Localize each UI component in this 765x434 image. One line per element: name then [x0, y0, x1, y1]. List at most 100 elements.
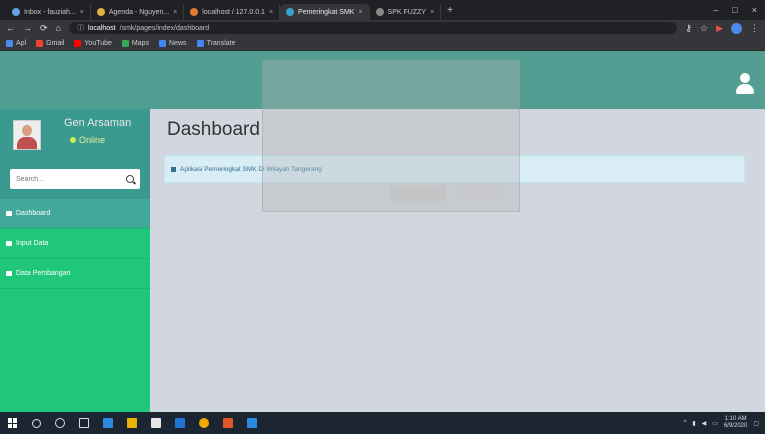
gmail-icon [36, 39, 44, 47]
table-icon [6, 271, 12, 276]
clock-date: 6/9/2020 [723, 423, 748, 429]
edge-icon[interactable] [103, 418, 113, 428]
file-explorer-icon[interactable] [127, 418, 137, 428]
star-icon[interactable]: ☆ [700, 23, 708, 34]
bookmark-item[interactable]: Apl [6, 39, 27, 47]
tab-favicon-icon [12, 8, 20, 16]
chevron-up-icon[interactable]: ^ [684, 420, 687, 426]
user-name: Gen Arsaman [64, 117, 132, 129]
keyboard-icon[interactable]: ▭ [712, 420, 718, 427]
tab-label: localhost / 127.0.0.1 [202, 8, 265, 16]
volume-icon[interactable]: ◀ [702, 420, 707, 427]
browser-tab[interactable]: Agenda - Nguyen... × [91, 4, 185, 20]
minimize-icon[interactable]: – [713, 5, 718, 15]
browser-tab-active[interactable]: Pemeringkat SMK × [280, 4, 370, 20]
key-icon[interactable]: ⚷ [685, 23, 692, 34]
notifications-icon[interactable]: ▢ [753, 420, 759, 427]
translate-icon [196, 39, 204, 47]
browser-tab[interactable]: SPK FUZZY × [370, 4, 442, 20]
tab-favicon-icon [375, 8, 384, 16]
info-square-icon [171, 166, 176, 172]
user-panel: Gen Arsaman Online [0, 109, 150, 159]
reload-icon[interactable]: ⟳ [40, 23, 48, 34]
user-status-label: Online [79, 135, 106, 145]
bookmark-item[interactable]: Maps [121, 39, 150, 47]
new-tab-button[interactable]: + [441, 5, 453, 16]
bookmark-label: Apl [16, 39, 27, 47]
bookmark-label: Maps [131, 39, 150, 47]
modal-secondary-button[interactable] [459, 185, 499, 201]
sidebar-item-label: Data Pembangan [16, 270, 71, 277]
sidebar-item-data-pembangan[interactable]: Data Pembangan [0, 259, 150, 289]
sidebar: Gen Arsaman Online Dashboard Input Data … [0, 109, 150, 412]
youtube-icon [74, 39, 82, 47]
apps-icon [6, 39, 13, 47]
close-icon[interactable]: × [358, 9, 362, 16]
avatar [13, 120, 41, 150]
tab-favicon-icon [190, 8, 199, 16]
close-icon[interactable]: × [80, 9, 84, 16]
home-icon[interactable]: ⌂ [56, 23, 61, 33]
close-icon[interactable]: × [269, 9, 273, 16]
bookmark-label: Gmail [46, 39, 65, 47]
extension-icon[interactable]: ▶ [716, 23, 723, 34]
tab-favicon-icon [286, 8, 295, 16]
bookmark-label: Translate [206, 39, 236, 47]
back-icon[interactable]: ← [6, 23, 15, 33]
bookmark-item[interactable]: YouTube [74, 39, 112, 47]
url-path: /smk/pages/index/dashboard [119, 24, 210, 32]
user-status: Online [70, 135, 105, 145]
window-controls: – □ × [713, 5, 765, 15]
windows-taskbar: ^ ▮ ◀ ▭ 1:10 AM 6/9/2020 ▢ [0, 412, 765, 434]
network-icon[interactable]: ▮ [692, 420, 695, 427]
sidebar-item-label: Input Data [16, 240, 49, 247]
store-icon[interactable] [151, 418, 161, 428]
tab-label: Agenda - Nguyen... [108, 8, 170, 16]
tab-label: Inbox - fauziah... [24, 8, 76, 16]
info-icon: ⓘ [76, 25, 84, 32]
bookmark-item[interactable]: News [159, 39, 187, 47]
search-input[interactable] [16, 175, 106, 183]
dashboard-icon [6, 211, 12, 216]
bookmark-item[interactable]: Gmail [36, 39, 65, 47]
bookmark-label: YouTube [84, 39, 112, 47]
user-menu-icon[interactable] [735, 73, 755, 95]
browser-tab[interactable]: Inbox - fauziah... × [6, 4, 91, 20]
news-icon [159, 39, 167, 47]
url-input[interactable]: ⓘ localhost /smk/pages/index/dashboard [68, 22, 678, 34]
search-taskbar-icon[interactable] [32, 418, 41, 428]
chrome-icon[interactable] [199, 418, 209, 428]
forward-icon[interactable]: → [23, 23, 32, 33]
close-icon[interactable]: × [430, 9, 434, 16]
search-icon[interactable] [126, 175, 134, 183]
vscode-icon[interactable] [247, 418, 257, 428]
browser-address-bar: ← → ⟳ ⌂ ⓘ localhost /smk/pages/index/das… [0, 20, 765, 36]
modal-primary-button[interactable] [389, 185, 447, 201]
taskbar-clock[interactable]: 1:10 AM 6/9/2020 [724, 416, 747, 430]
app-icon[interactable] [223, 418, 233, 428]
task-view-icon[interactable] [79, 418, 89, 428]
table-icon [6, 241, 12, 246]
url-host: localhost [87, 24, 116, 32]
browser-tab[interactable]: localhost / 127.0.0.1 × [184, 4, 281, 20]
search-box [10, 169, 140, 189]
extensions-area: ⚷ ☆ ▶ ⋮ [685, 22, 759, 34]
sidebar-item-dashboard[interactable]: Dashboard [0, 199, 150, 229]
bookmark-item[interactable]: Translate [196, 39, 236, 47]
maximize-icon[interactable]: □ [732, 5, 737, 15]
sidebar-item-input-data[interactable]: Input Data [0, 229, 150, 259]
browser-tab-bar: Inbox - fauziah... × Agenda - Nguyen... × … [0, 0, 765, 20]
sidebar-search [0, 159, 150, 199]
bookmark-label: News [169, 39, 187, 47]
tab-favicon-icon [96, 8, 105, 16]
menu-kebab-icon[interactable]: ⋮ [750, 23, 759, 34]
mail-icon[interactable] [175, 418, 185, 428]
window-close-icon[interactable]: × [752, 5, 757, 15]
bookmarks-bar: Apl Gmail YouTube Maps News Translate [0, 36, 765, 51]
windows-start-icon[interactable] [8, 418, 18, 428]
cortana-icon[interactable] [55, 418, 65, 428]
page-title: Dashboard [167, 119, 260, 140]
profile-avatar[interactable] [731, 22, 742, 34]
close-icon[interactable]: × [173, 9, 177, 16]
tab-label: SPK FUZZY [387, 8, 427, 16]
